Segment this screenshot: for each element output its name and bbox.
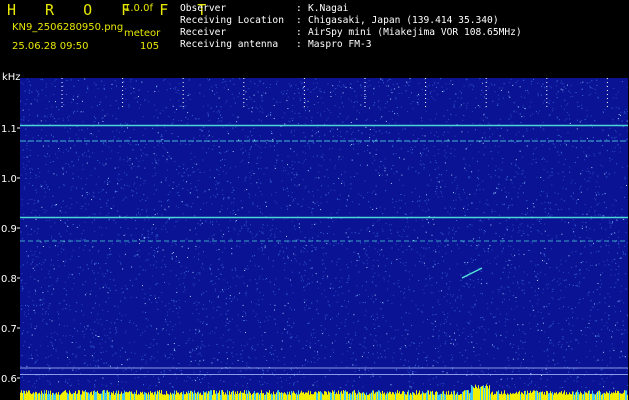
y-tick-label: 0.8	[1, 274, 17, 285]
y-tick-label: 0.9	[1, 224, 17, 235]
y-tick-label: 1.1	[1, 124, 17, 135]
y-tick-label: 0.7	[1, 324, 17, 335]
spectrogram-canvas	[20, 78, 628, 400]
y-tick-label: 1.0	[1, 174, 17, 185]
meteor-echo	[461, 267, 483, 279]
y-tick-label: 0.6	[1, 374, 17, 385]
spectrogram-plot	[20, 78, 628, 400]
